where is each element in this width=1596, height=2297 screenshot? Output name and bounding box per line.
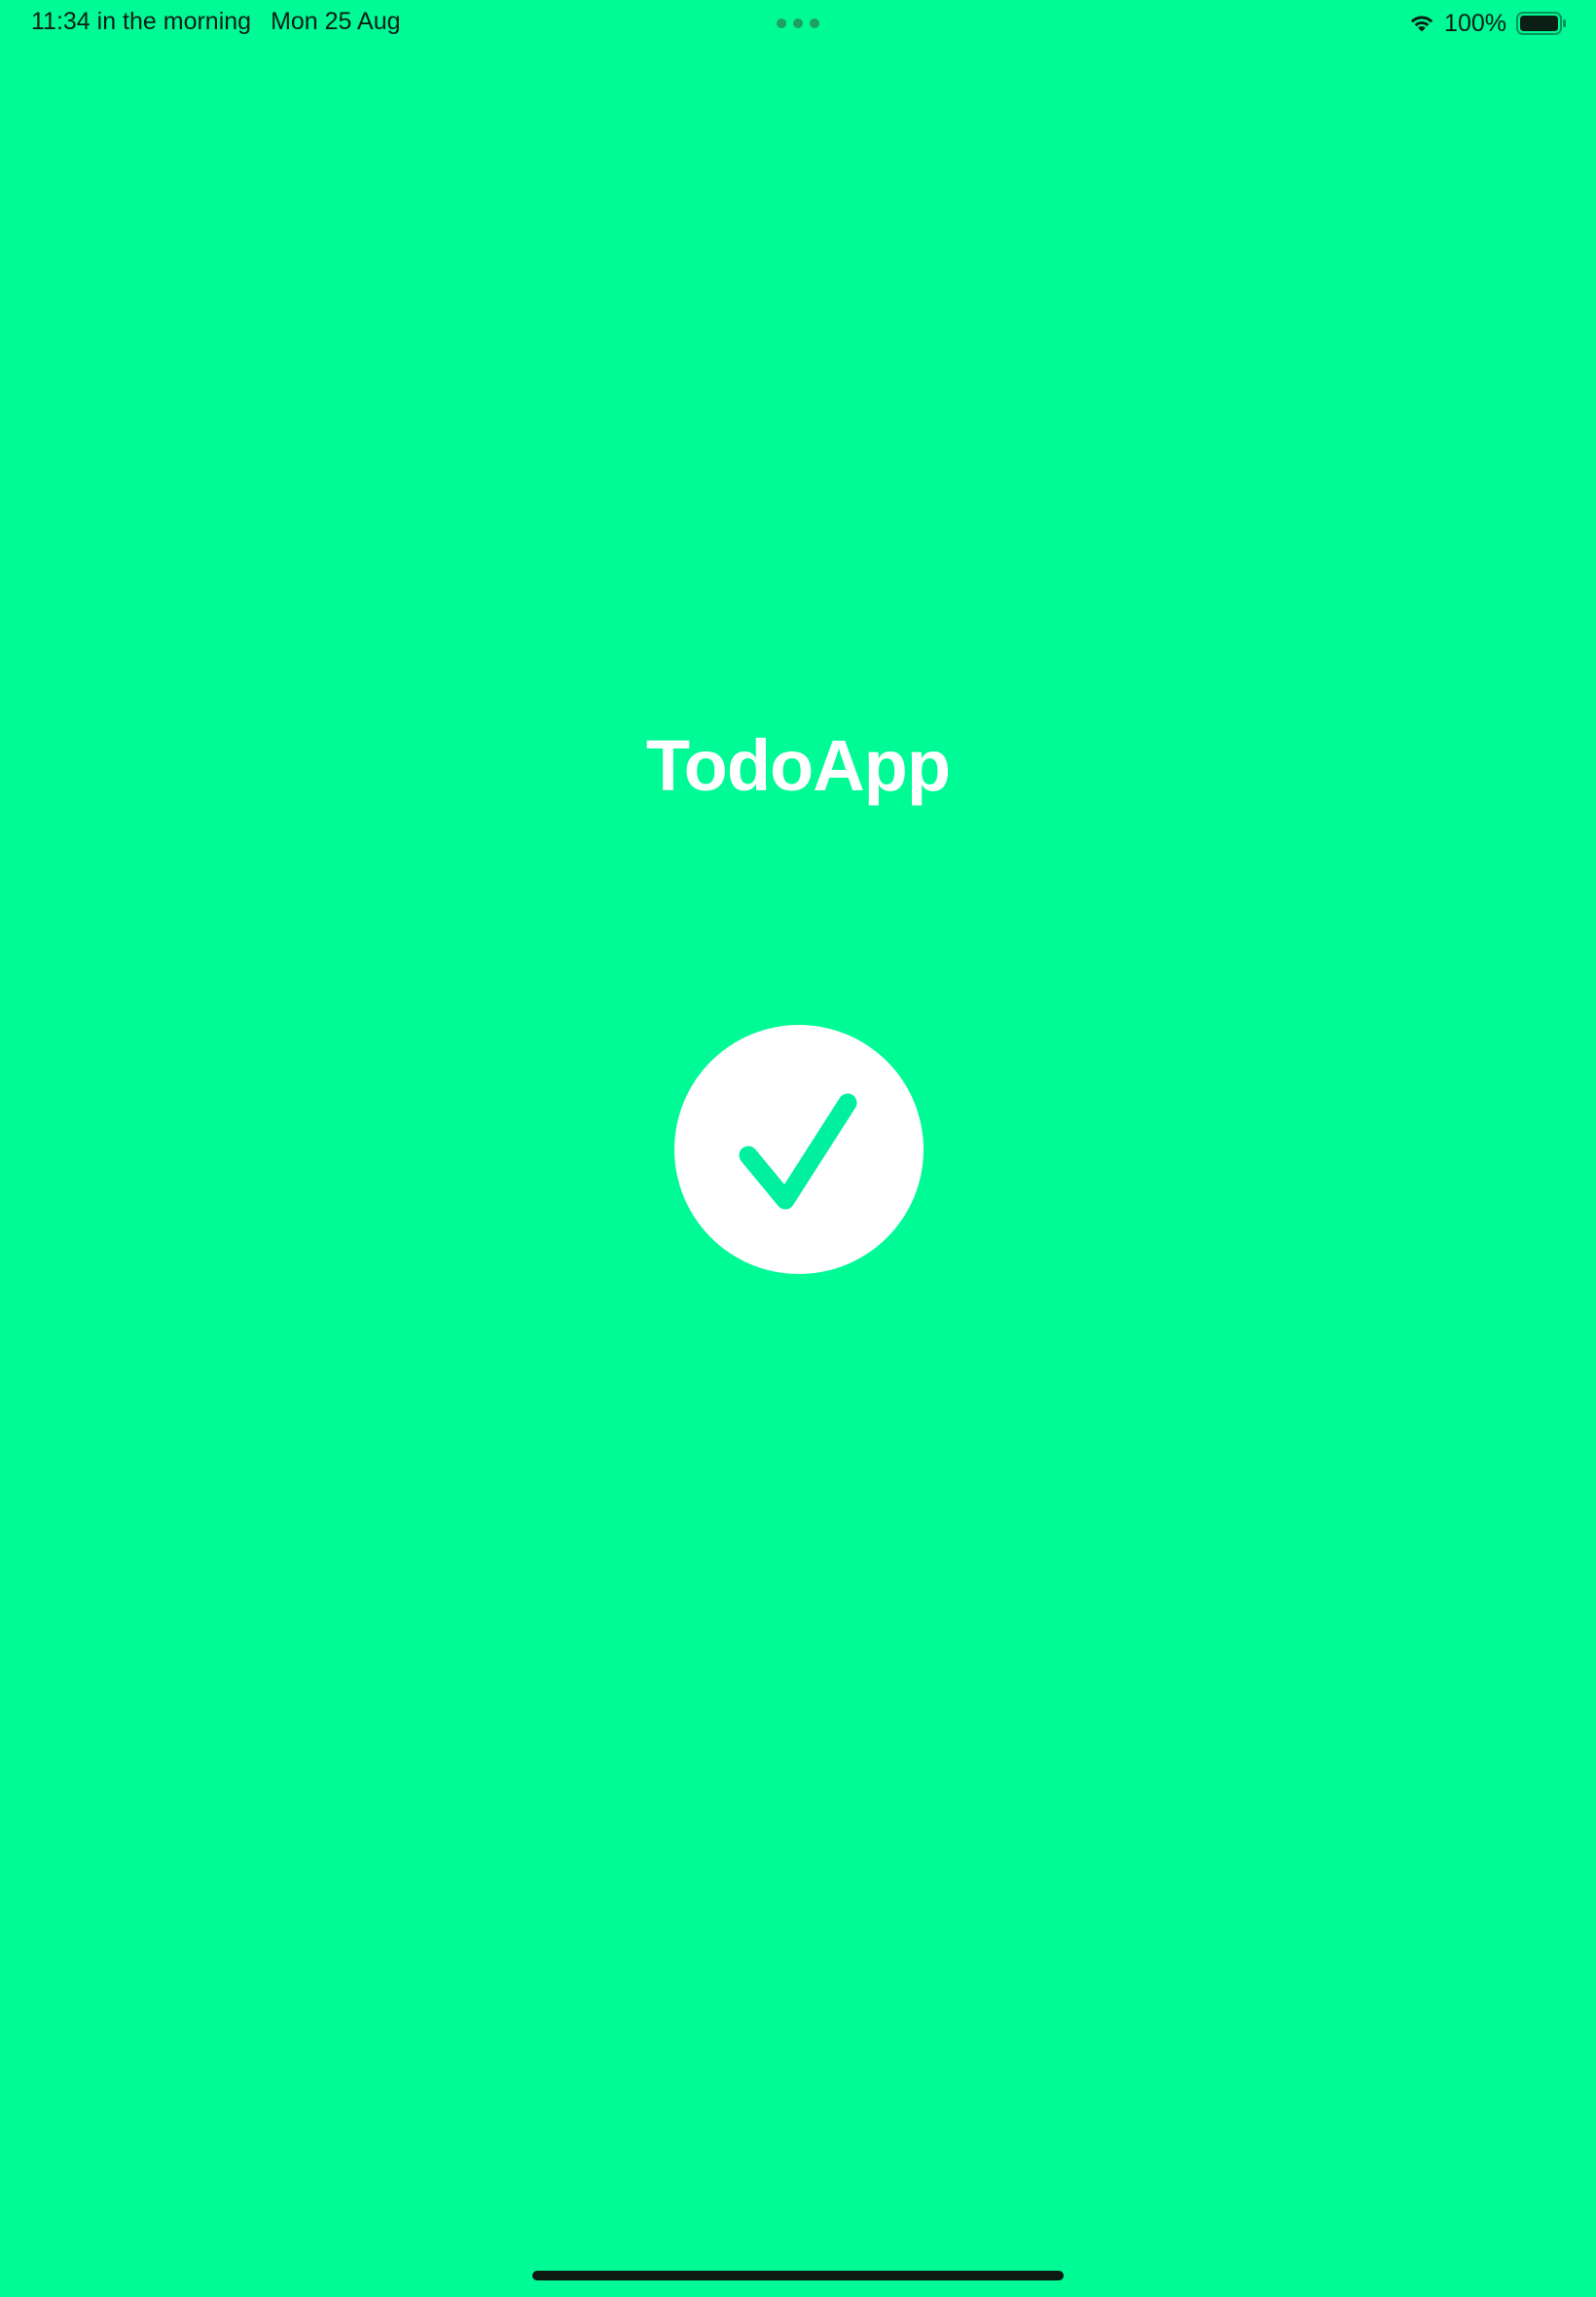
status-date: Mon 25 Aug <box>271 8 401 35</box>
app-title: TodoApp <box>645 725 951 806</box>
multitasking-dot <box>810 18 819 28</box>
battery-percent: 100% <box>1444 9 1506 37</box>
status-time: 11:34 in the morning <box>31 8 252 35</box>
status-indicators: 100% <box>1407 8 1567 39</box>
multitasking-menu[interactable] <box>777 18 819 28</box>
app-logo <box>674 1025 924 1274</box>
multitasking-dot <box>777 18 786 28</box>
home-indicator[interactable] <box>532 2271 1064 2280</box>
multitasking-dot <box>793 18 803 28</box>
status-bar: 11:34 in the morning Mon 25 Aug 100% <box>0 0 1596 47</box>
wifi-icon <box>1410 16 1433 32</box>
battery-icon <box>1516 12 1566 35</box>
checkmark-icon <box>739 1093 857 1210</box>
status-time-date: 11:34 in the morning Mon 25 Aug <box>31 8 401 36</box>
